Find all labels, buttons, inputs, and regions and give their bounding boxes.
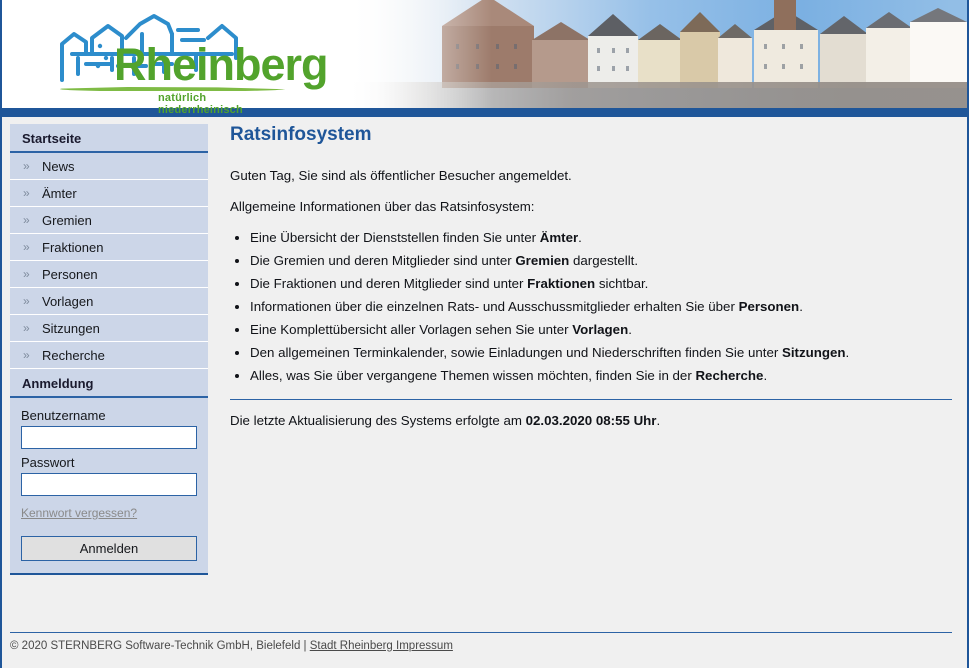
banner-building [588,14,638,88]
banner-building [718,24,752,88]
banner-building [680,12,720,88]
list-item: Den allgemeinen Terminkalender, sowie Ei… [250,345,952,360]
login-form: Benutzername Passwort Kennwort vergessen… [10,398,208,573]
bullet-text-after: . [628,322,632,337]
login-submit-button[interactable]: Anmelden [21,536,197,561]
update-text-after: . [656,413,661,429]
bullet-text-before: Die Fraktionen und deren Mitglieder sind… [250,276,528,291]
chevron-right-icon: » [23,321,30,335]
banner-roof [588,14,638,36]
banner-roof [718,24,752,38]
bullet-text-after: . [763,368,768,383]
header-blue-band [2,108,967,117]
bullet-keyword[interactable]: Personen [739,299,800,314]
banner-building [638,24,682,88]
list-item: Eine Komplettübersicht aller Vorlagen se… [250,322,952,337]
password-label: Passwort [21,455,75,470]
username-input[interactable] [21,426,197,449]
footer-divider [10,632,952,633]
page-title: Ratsinfosystem [230,124,372,145]
sidebar-item-label: News [42,159,75,174]
sidebar-item-news[interactable]: » News [10,153,208,180]
bullet-text-before: Eine Komplettübersicht aller Vorlagen se… [250,322,573,337]
banner-roof [638,24,682,40]
greeting-text: Guten Tag, Sie sind als öffentlicher Bes… [230,168,572,183]
sidebar-item-label: Fraktionen [42,240,104,255]
chevron-right-icon: » [23,240,30,254]
password-input[interactable] [21,473,197,496]
page-root: Rheinberg natürlich niederrheinisch Star… [0,0,969,668]
banner-roof [910,8,967,22]
sidebar-header-startseite[interactable]: Startseite [10,124,208,153]
list-item: Die Fraktionen und deren Mitglieder sind… [250,276,952,291]
info-bullet-list: Eine Übersicht der Dienststellen finden … [228,230,952,383]
banner-building [910,8,967,88]
bullet-text-after: dargestellt. [569,253,639,268]
bullet-text-after: . [578,230,582,245]
last-update-text: Die letzte Aktualisierung des Systems er… [230,413,952,428]
list-item: Informationen über die einzelnen Rats- u… [250,299,952,314]
content-divider [230,399,952,400]
bullet-text-after: sichtbar. [595,276,649,291]
footer: © 2020 STERNBERG Software-Technik GmbH, … [10,640,453,652]
banner-roof [680,12,720,32]
sidebar-item-gremien[interactable]: » Gremien [10,207,208,234]
bullet-keyword[interactable]: Gremien [515,253,569,268]
sidebar-item-aemter[interactable]: » Ämter [10,180,208,207]
banner-building [532,22,590,88]
copyright-text: © 2020 STERNBERG Software-Technik GmbH, … [10,640,310,652]
chevron-right-icon: » [23,348,30,362]
username-label: Benutzername [21,408,106,423]
bullet-text-before: Die Gremien und deren Mitglieder sind un… [250,253,516,268]
site-logo[interactable]: Rheinberg natürlich niederrheinisch [22,8,329,116]
sidebar-item-label: Vorlagen [42,294,94,309]
banner-tower [774,0,796,30]
chevron-right-icon: » [23,159,30,173]
sidebar-item-vorlagen[interactable]: » Vorlagen [10,288,208,315]
sidebar-header-anmeldung: Anmeldung [10,369,208,398]
bullet-text-before: Den allgemeinen Terminkalender, sowie Ei… [250,345,782,360]
sidebar-item-label: Sitzungen [42,321,100,336]
bullet-keyword[interactable]: Recherche [695,368,763,383]
update-timestamp: 02.03.2020 08:55 Uhr [525,413,657,429]
sidebar-item-recherche[interactable]: » Recherche [10,342,208,369]
chevron-right-icon: » [23,294,30,308]
sidebar-item-sitzungen[interactable]: » Sitzungen [10,315,208,342]
list-item: Die Gremien und deren Mitglieder sind un… [250,253,952,268]
sidebar: Startseite » News » Ämter » Gremien » Fr… [10,124,208,575]
forgot-password-link[interactable]: Kennwort vergessen? [21,506,137,520]
logo-wordmark: Rheinberg [114,39,329,90]
sidebar-item-label: Recherche [42,348,105,363]
sidebar-item-fraktionen[interactable]: » Fraktionen [10,234,208,261]
banner-building [866,12,912,88]
list-item: Alles, was Sie über vergangene Themen wi… [250,368,952,383]
banner-roof [866,12,912,28]
chevron-right-icon: » [23,213,30,227]
bullet-text-before: Eine Übersicht der Dienststellen finden … [250,230,540,245]
bullet-text-before: Alles, was Sie über vergangene Themen wi… [250,368,696,383]
bullet-keyword[interactable]: Ämter [540,230,578,245]
banner-building [754,10,818,88]
sidebar-item-personen[interactable]: » Personen [10,261,208,288]
bullet-text-before: Informationen über die einzelnen Rats- u… [250,299,739,314]
bullet-text-after: . [799,299,803,314]
bullet-keyword[interactable]: Vorlagen [572,322,628,337]
sidebar-item-label: Personen [42,267,98,282]
update-text-before: Die letzte Aktualisierung des Systems er… [230,413,526,429]
sidebar-item-label: Ämter [42,186,77,201]
logo-tagline: natürlich niederrheinisch [158,92,243,116]
list-item: Eine Übersicht der Dienststellen finden … [250,230,952,245]
bullet-text-after: . [845,345,850,360]
banner-roof [820,16,868,34]
bullet-keyword[interactable]: Fraktionen [527,276,595,291]
banner-building [820,16,868,88]
impressum-link[interactable]: Stadt Rheinberg Impressum [310,640,453,652]
chevron-right-icon: » [23,186,30,200]
bullet-keyword[interactable]: Sitzungen [782,345,846,360]
chevron-right-icon: » [23,267,30,281]
intro-text: Allgemeine Informationen über das Ratsin… [230,199,535,214]
banner-roof [532,22,590,40]
main-content: Ratsinfosystem Guten Tag, Sie sind als ö… [228,124,952,442]
sidebar-item-label: Gremien [42,213,92,228]
